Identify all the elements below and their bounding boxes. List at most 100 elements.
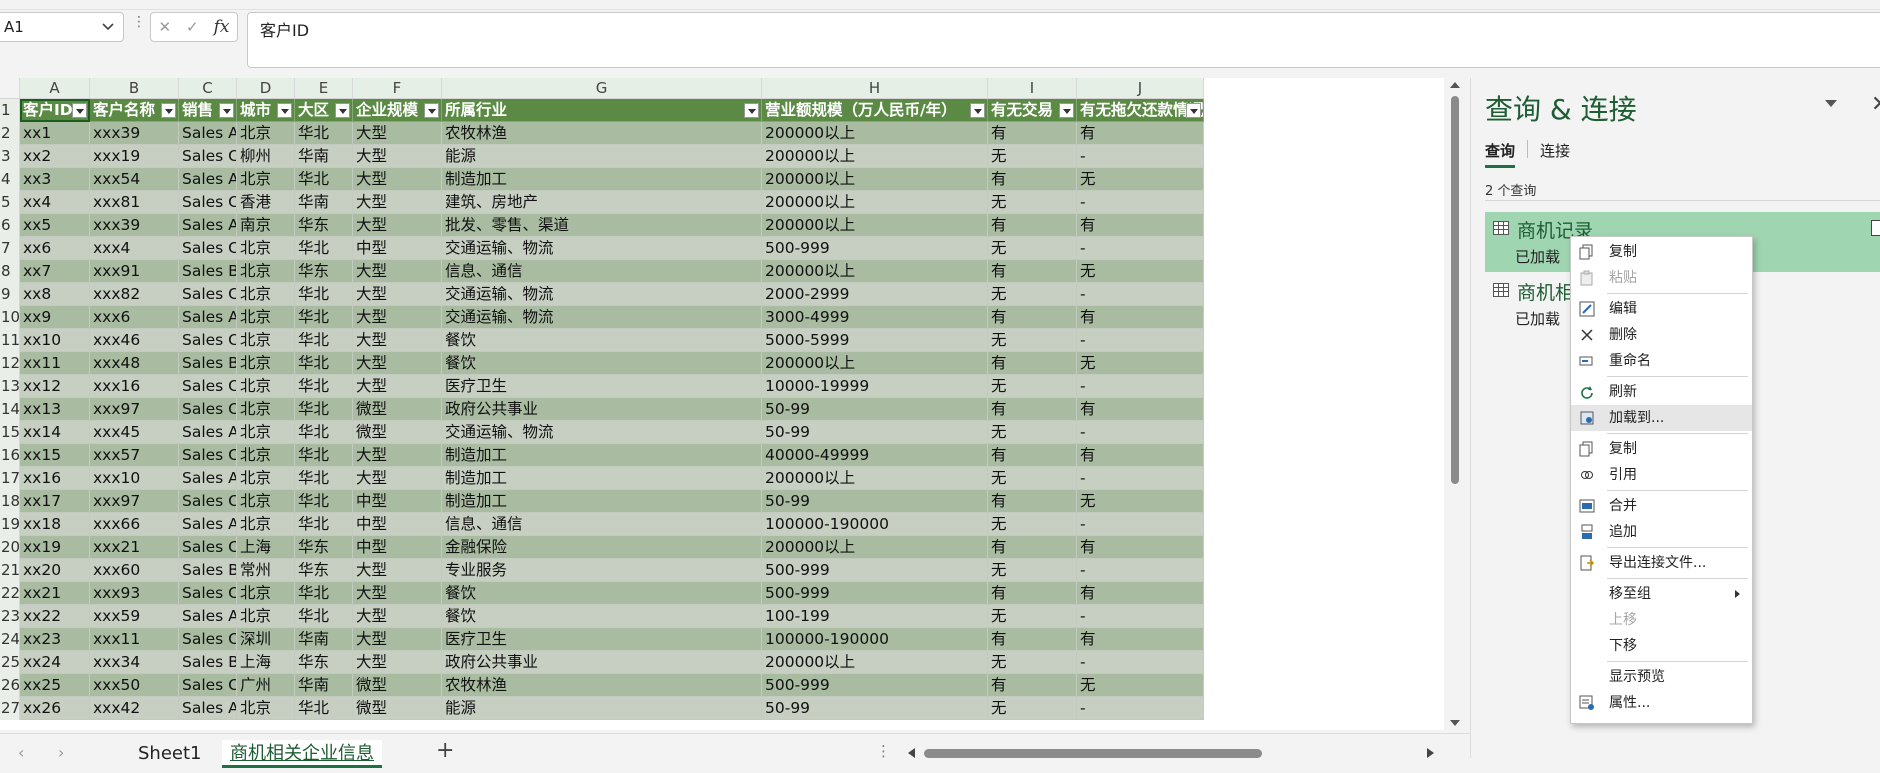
cell[interactable]: 有 — [1077, 398, 1204, 421]
header-cell[interactable]: 营业额规模（万人民币/年） — [762, 99, 988, 122]
cell[interactable]: xx8 — [20, 283, 90, 306]
cell[interactable]: Sales C — [179, 283, 237, 306]
cell[interactable]: 无 — [988, 605, 1077, 628]
cell[interactable]: 北京 — [237, 329, 295, 352]
add-sheet-icon[interactable]: + — [436, 738, 454, 763]
menu-item[interactable]: 显示预览 — [1571, 664, 1752, 690]
cell[interactable]: 医疗卫生 — [442, 628, 762, 651]
cell[interactable]: 有 — [1077, 582, 1204, 605]
header-cell[interactable]: 所属行业 — [442, 99, 762, 122]
cell[interactable]: 中型 — [353, 237, 442, 260]
cell[interactable]: 北京 — [237, 306, 295, 329]
cell[interactable]: 200000以上 — [762, 260, 988, 283]
cell[interactable]: 有 — [1077, 122, 1204, 145]
cell[interactable]: 100-199 — [762, 605, 988, 628]
menu-item[interactable]: 删除 — [1571, 322, 1752, 348]
cell[interactable]: 政府公共事业 — [442, 651, 762, 674]
cell[interactable]: 华北 — [295, 421, 353, 444]
cell[interactable]: - — [1077, 697, 1204, 720]
header-cell[interactable]: 企业规模 — [353, 99, 442, 122]
cell[interactable]: xxx50 — [90, 674, 179, 697]
cell[interactable]: 有 — [1077, 214, 1204, 237]
cell[interactable]: 有 — [1077, 444, 1204, 467]
cell[interactable]: 北京 — [237, 398, 295, 421]
cell[interactable]: 深圳 — [237, 628, 295, 651]
cell[interactable]: Sales C — [179, 582, 237, 605]
cell[interactable]: 交通运输、物流 — [442, 283, 762, 306]
cell[interactable]: Sales B — [179, 559, 237, 582]
cell[interactable]: Sales C — [179, 628, 237, 651]
cell[interactable]: 无 — [1077, 168, 1204, 191]
cell[interactable]: 北京 — [237, 122, 295, 145]
cell[interactable]: - — [1077, 513, 1204, 536]
cell[interactable]: 200000以上 — [762, 191, 988, 214]
cell[interactable]: xx19 — [20, 536, 90, 559]
row-number[interactable]: 20 — [0, 536, 20, 559]
cell[interactable]: 信息、通信 — [442, 260, 762, 283]
vertical-scroll-thumb[interactable] — [1451, 96, 1459, 484]
cell[interactable]: 有 — [988, 490, 1077, 513]
cell[interactable]: 有 — [988, 674, 1077, 697]
cell[interactable]: 无 — [988, 375, 1077, 398]
row-number[interactable]: 25 — [0, 651, 20, 674]
row-number[interactable]: 1 — [0, 99, 20, 122]
cell[interactable]: 有 — [988, 536, 1077, 559]
filter-dropdown-icon[interactable] — [744, 103, 759, 118]
more-icon[interactable]: ⋮ — [132, 14, 146, 30]
cell[interactable]: xxx82 — [90, 283, 179, 306]
menu-item[interactable]: 移至组 — [1571, 581, 1752, 607]
cell[interactable]: 中型 — [353, 490, 442, 513]
cell[interactable]: xx24 — [20, 651, 90, 674]
row-number[interactable]: 4 — [0, 168, 20, 191]
cell[interactable]: 有 — [1077, 306, 1204, 329]
header-cell[interactable]: 客户名称 — [90, 99, 179, 122]
cell[interactable]: 50-99 — [762, 490, 988, 513]
cell[interactable]: 微型 — [353, 398, 442, 421]
cell[interactable]: xxx59 — [90, 605, 179, 628]
cell[interactable]: Sales C — [179, 237, 237, 260]
cell[interactable]: 北京 — [237, 582, 295, 605]
column-header-e[interactable]: E — [295, 78, 353, 98]
cell[interactable]: 无 — [988, 421, 1077, 444]
cell[interactable]: xx22 — [20, 605, 90, 628]
cell[interactable]: 柳州 — [237, 145, 295, 168]
cell[interactable]: 200000以上 — [762, 651, 988, 674]
cell[interactable]: - — [1077, 651, 1204, 674]
cell[interactable]: 无 — [1077, 352, 1204, 375]
cell[interactable]: xx9 — [20, 306, 90, 329]
row-number[interactable]: 10 — [0, 306, 20, 329]
cell[interactable]: xx4 — [20, 191, 90, 214]
cell[interactable]: 常州 — [237, 559, 295, 582]
cell[interactable]: 北京 — [237, 444, 295, 467]
cell[interactable]: 有 — [988, 306, 1077, 329]
cell[interactable]: 200000以上 — [762, 145, 988, 168]
tab-splitter-icon[interactable]: ⋮ — [876, 742, 891, 760]
cell[interactable]: 专业服务 — [442, 559, 762, 582]
cell[interactable]: 广州 — [237, 674, 295, 697]
cell[interactable]: 微型 — [353, 421, 442, 444]
sheet-tab-sheet1[interactable]: Sheet1 — [130, 740, 210, 768]
cell[interactable]: 无 — [988, 329, 1077, 352]
cell[interactable]: Sales C — [179, 674, 237, 697]
cell[interactable]: 北京 — [237, 421, 295, 444]
cell[interactable]: 500-999 — [762, 237, 988, 260]
cell[interactable]: 建筑、房地产 — [442, 191, 762, 214]
cancel-icon[interactable]: ✕ — [158, 18, 171, 36]
menu-item[interactable]: 编辑 — [1571, 296, 1752, 322]
cell[interactable]: xx20 — [20, 559, 90, 582]
cell[interactable]: Sales A — [179, 306, 237, 329]
cell[interactable]: 香港 — [237, 191, 295, 214]
cell[interactable]: Sales A — [179, 168, 237, 191]
cell[interactable]: xx13 — [20, 398, 90, 421]
menu-item[interactable]: 属性... — [1571, 690, 1752, 716]
column-header-b[interactable]: B — [90, 78, 179, 98]
cell[interactable]: xxx39 — [90, 122, 179, 145]
cell[interactable]: xxx54 — [90, 168, 179, 191]
scroll-up-icon[interactable] — [1450, 82, 1460, 88]
cell[interactable]: xxx4 — [90, 237, 179, 260]
cell[interactable]: 微型 — [353, 674, 442, 697]
cell[interactable]: xx11 — [20, 352, 90, 375]
cell[interactable]: 有 — [988, 352, 1077, 375]
cell[interactable]: 大型 — [353, 168, 442, 191]
menu-item[interactable]: 导出连接文件... — [1571, 550, 1752, 576]
